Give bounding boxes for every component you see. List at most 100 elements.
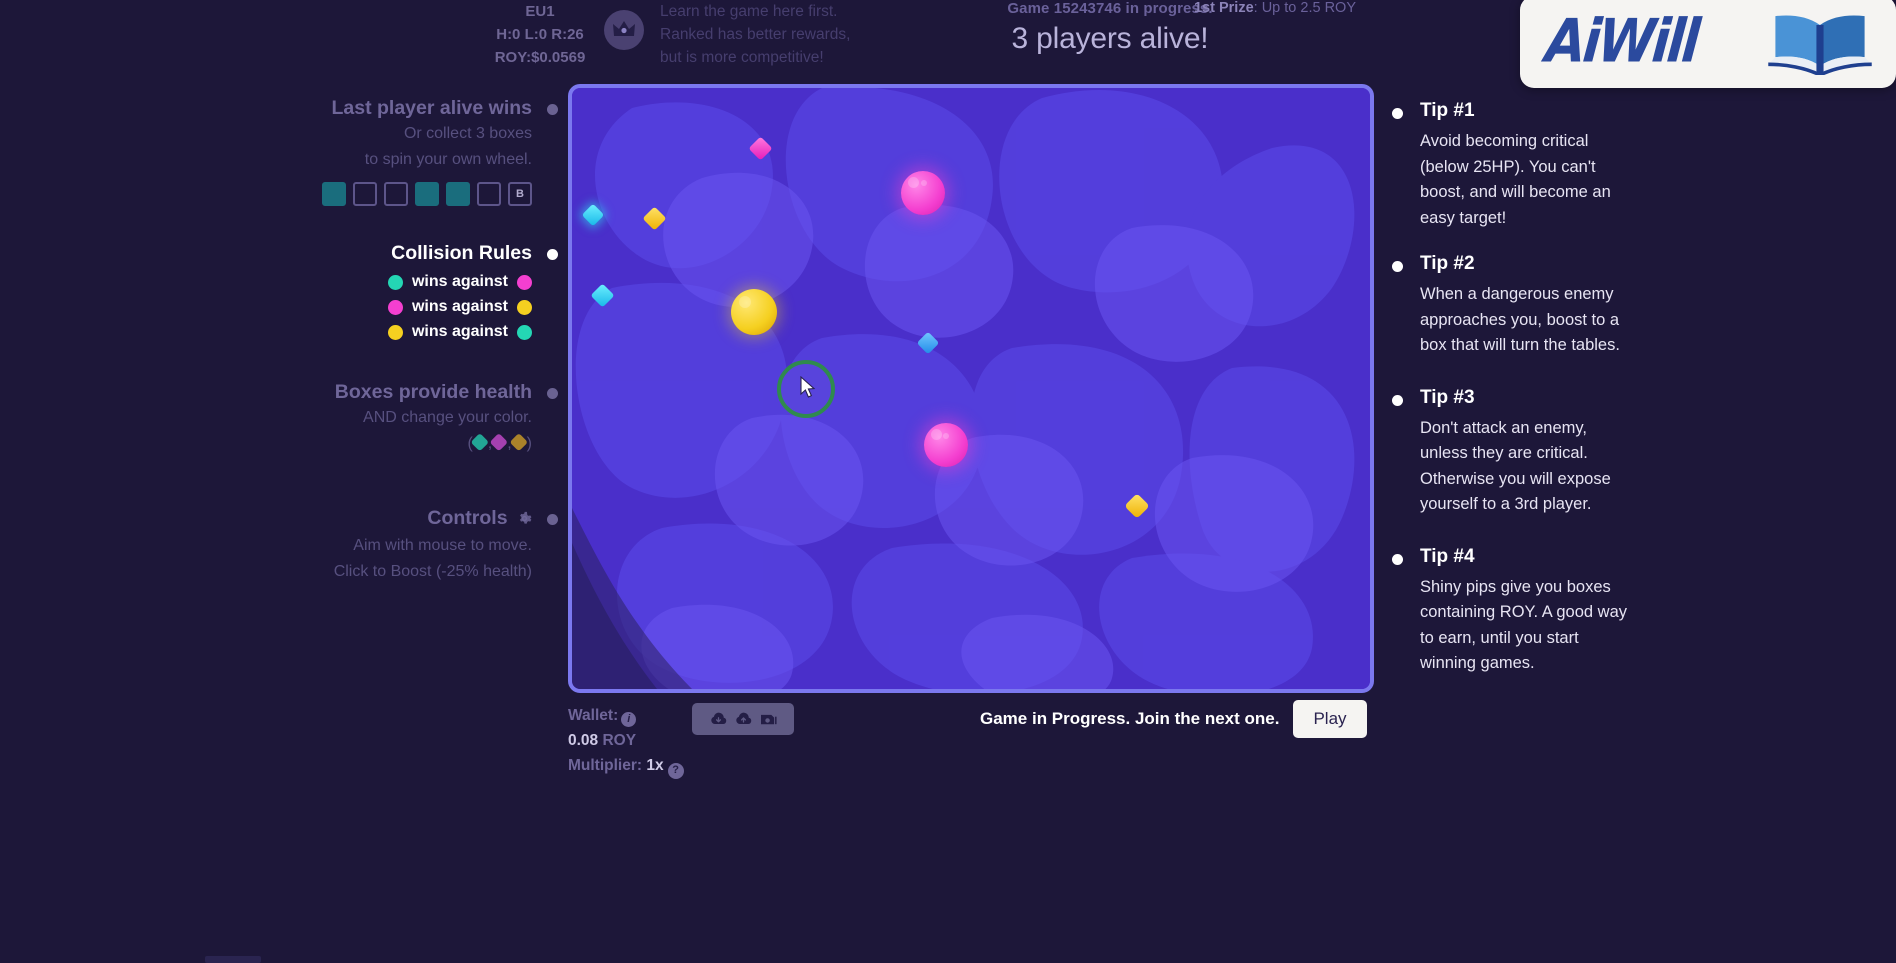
aiwill-logo: AiWill xyxy=(1520,0,1896,88)
tip-title: Tip #2 xyxy=(1420,253,1475,274)
section-sub-line: Or collect 3 boxes xyxy=(403,125,532,142)
rule-loser-dot-icon xyxy=(517,324,532,340)
tip-line: Avoid becoming critical xyxy=(1420,132,1589,150)
deposit-icon[interactable] xyxy=(709,712,728,727)
tip-line: winning games. xyxy=(1420,654,1535,672)
join-bar: Game in Progress. Join the next one. Pla… xyxy=(980,700,1367,738)
multiplier-value: 1x xyxy=(646,757,664,774)
tip-title: Tip #3 xyxy=(1420,386,1475,408)
info-icon[interactable]: i xyxy=(621,712,637,727)
tip-line: Shiny pips give you boxes xyxy=(1420,577,1611,596)
dot-marker-icon xyxy=(547,514,558,525)
wallet-balance-row: 0.08 ROY xyxy=(568,728,684,753)
tip-item: Tip #2 When a dangerous enemy approaches… xyxy=(1392,253,1662,359)
arena-canvas xyxy=(572,88,1370,689)
ball-pink-2 xyxy=(924,423,968,467)
box-progress-row: B xyxy=(250,182,560,206)
wallet-panel: Wallet: i 0.08 ROY Multiplier: 1x? xyxy=(568,703,684,779)
tip-line: Otherwise you will expose xyxy=(1420,469,1611,488)
arena-blob-background xyxy=(572,88,1370,689)
section-title: Controls xyxy=(427,507,508,529)
pip-yellow-icon xyxy=(509,433,528,452)
learn-line-3: but is more competitive! xyxy=(660,49,824,66)
section-title: Boxes provide health xyxy=(334,381,532,403)
tip-line: yourself to a 3rd player. xyxy=(1420,495,1592,513)
history-icon[interactable] xyxy=(759,712,778,727)
tip-item: Tip #1 Avoid becoming critical (below 25… xyxy=(1392,100,1662,231)
players-alive-label: 3 players alive! xyxy=(1011,22,1209,55)
section-sub-line: to spin your own wheel. xyxy=(364,151,532,168)
tip-line: approaches you, boost to a xyxy=(1420,310,1620,329)
ball-yellow-1 xyxy=(731,289,777,335)
dot-marker-active-icon xyxy=(547,249,558,260)
tip-bullet-icon xyxy=(1392,261,1403,272)
tip-line: box that will turn the tables. xyxy=(1420,336,1620,354)
learn-the-game-text: Learn the game here first. Ranked has be… xyxy=(660,0,920,69)
tip-line: unless they are critical. xyxy=(1420,444,1588,462)
tip-line: to earn, until you start xyxy=(1420,628,1579,647)
learn-line-2: Ranked has better rewards, xyxy=(660,26,851,43)
box-slot xyxy=(353,182,377,206)
sidebar-section-last-player[interactable]: Last player alive wins Or collect 3 boxe… xyxy=(250,95,560,206)
tip-item: Tip #4 Shiny pips give you boxes contain… xyxy=(1392,546,1662,677)
dot-marker-icon xyxy=(547,104,558,115)
tip-line: (below 25HP). You can't xyxy=(1420,157,1596,176)
tip-body: Don't attack an enemy, unless they are c… xyxy=(1420,416,1662,518)
tip-line: When a dangerous enemy xyxy=(1420,285,1614,303)
mouse-cursor xyxy=(800,376,816,398)
wallet-actions-bar[interactable] xyxy=(692,703,794,735)
learn-line-1: Learn the game here first. xyxy=(660,3,838,20)
rule-text: wins against xyxy=(411,273,508,290)
wallet-label-row: Wallet: i xyxy=(568,703,684,728)
taskbar-indicator xyxy=(205,956,261,963)
wallet-multiplier-row: Multiplier: 1x? xyxy=(568,753,684,779)
ball-highlight xyxy=(943,433,949,439)
help-icon[interactable]: ? xyxy=(667,762,684,779)
tip-line: easy target! xyxy=(1420,208,1507,227)
ball-highlight xyxy=(908,177,919,188)
box-slot xyxy=(322,182,346,206)
tip-title: Tip #1 xyxy=(1420,100,1475,121)
pips-suffix: ) xyxy=(526,435,532,452)
player-name: EU1 xyxy=(525,3,555,20)
rule-loser-dot-icon xyxy=(517,299,532,315)
rule-winner-dot-icon xyxy=(387,299,403,315)
section-sub-line: Aim with mouse to move. xyxy=(353,537,532,554)
rule-winner-dot-icon xyxy=(387,324,403,340)
game-arena[interactable] xyxy=(568,84,1374,693)
dot-marker-icon xyxy=(547,388,558,399)
rule-text: wins against xyxy=(411,323,508,340)
tip-line: boost, and will become an xyxy=(1420,183,1611,201)
tips-panel: Tip #1 Avoid becoming critical (below 25… xyxy=(1392,100,1662,699)
pip-pink-icon xyxy=(489,433,509,452)
top-bar: EU1 H:0 L:0 R:26 ROY:$0.0569 Learn the g… xyxy=(0,0,1896,88)
left-sidebar: Last player alive wins Or collect 3 boxe… xyxy=(250,95,560,585)
box-slot-bonus: B xyxy=(508,182,532,206)
section-sub-line: Click to Boost (-25% health) xyxy=(333,563,532,580)
sidebar-section-boxes-health[interactable]: Boxes provide health AND change your col… xyxy=(250,379,560,457)
section-title: Collision Rules xyxy=(391,242,532,264)
gear-icon[interactable] xyxy=(517,507,532,533)
section-title: Last player alive wins xyxy=(331,97,532,119)
ball-highlight xyxy=(921,180,927,186)
player-roy-balance: ROY:$0.0569 xyxy=(494,49,586,66)
color-pips-line: (,,) xyxy=(250,431,560,457)
rule-winner-dot-icon xyxy=(387,274,403,290)
box-slot xyxy=(446,182,470,206)
sidebar-section-controls[interactable]: Controls Aim with mouse to move. Click t… xyxy=(250,505,560,585)
wallet-label: Wallet: xyxy=(568,707,619,724)
ball-pink-1 xyxy=(901,171,945,215)
tip-line: Don't attack an enemy, xyxy=(1420,418,1588,437)
ball-highlight xyxy=(931,429,942,440)
collision-rule-row: wins against xyxy=(250,323,560,341)
box-slot xyxy=(384,182,408,206)
player-record: H:0 L:0 R:26 xyxy=(496,26,584,43)
withdraw-icon[interactable] xyxy=(734,712,753,727)
tip-line: containing ROY. A good way xyxy=(1420,603,1628,621)
tip-title: Tip #4 xyxy=(1420,545,1475,567)
play-button[interactable]: Play xyxy=(1293,700,1367,738)
join-status-text: Game in Progress. Join the next one. xyxy=(980,709,1280,728)
sidebar-section-collision-rules[interactable]: Collision Rules wins against wins agains… xyxy=(250,240,560,341)
rule-loser-dot-icon xyxy=(517,274,532,290)
prize-amount: : Up to 2.5 ROY xyxy=(1253,0,1356,16)
